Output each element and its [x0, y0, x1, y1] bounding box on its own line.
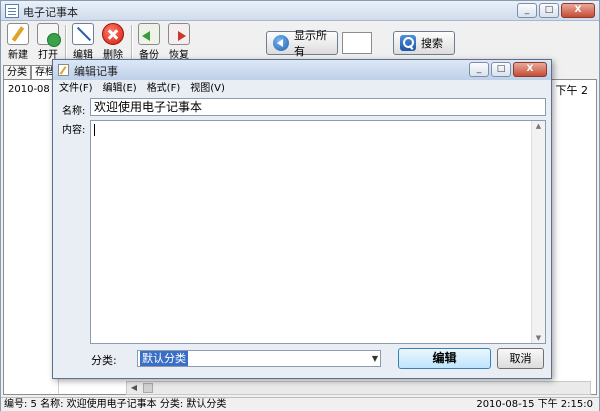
backup-arrow-icon [138, 23, 160, 45]
backup-button[interactable]: 备份 [134, 23, 164, 61]
cancel-button[interactable]: 取消 [497, 348, 544, 369]
menu-file[interactable]: 文件(F) [59, 81, 93, 96]
delete-icon [102, 23, 124, 45]
new-button[interactable]: 新建 [3, 23, 33, 61]
list-tabs: 分类 存档 [3, 65, 59, 79]
category-select[interactable]: 默认分类 ▼ [137, 350, 381, 367]
new-note-icon [7, 23, 29, 45]
status-timestamp: 2010-08-15 下午 2:15:0 [476, 399, 593, 410]
chevron-down-icon[interactable]: ▼ [372, 351, 378, 366]
dialog-maximize-button[interactable]: □ [491, 62, 511, 77]
search-icon [400, 35, 416, 51]
menu-edit[interactable]: 编辑(E) [103, 81, 137, 96]
show-all-button[interactable]: 显示所有 [266, 29, 338, 58]
name-label: 名称: [62, 106, 86, 117]
name-field[interactable]: 欢迎使用电子记事本 [90, 98, 546, 116]
minimize-button[interactable]: _ [517, 3, 537, 18]
status-note-info: 编号: 5 名称: 欢迎使用电子记事本 分类: 默认分类 [4, 399, 227, 410]
search-button-label: 搜索 [421, 37, 443, 50]
open-file-icon [37, 23, 61, 47]
status-bar: 编号: 5 名称: 欢迎使用电子记事本 分类: 默认分类 2010-08-15 … [1, 397, 599, 411]
edit-submit-button[interactable]: 编辑 [398, 348, 491, 369]
toolbar-separator [131, 25, 132, 59]
list-item-date: 2010-08 [8, 84, 50, 95]
menu-view[interactable]: 视图(V) [190, 81, 225, 96]
edit-pencil-icon [72, 23, 94, 45]
category-label: 分类: [91, 354, 117, 367]
category-selected-value: 默认分类 [140, 351, 188, 366]
content-label: 内容: [62, 125, 86, 136]
vertical-scrollbar[interactable]: ▲ ▼ [531, 121, 545, 343]
dialog-menu-bar: 文件(F) 编辑(E) 格式(F) 视图(V) [59, 81, 225, 96]
scroll-left-icon[interactable]: ◀ [127, 382, 141, 394]
edit-note-icon [58, 64, 69, 76]
main-title-bar[interactable]: 电子记事本 _ □ X [1, 1, 599, 21]
dialog-close-button[interactable]: X [513, 62, 547, 77]
text-caret [94, 124, 95, 136]
dialog-minimize-button[interactable]: _ [469, 62, 489, 77]
dialog-title-bar[interactable]: 编辑记事 _ □ X [53, 60, 551, 80]
restore-button[interactable]: 恢复 [164, 23, 194, 61]
notebook-app-icon [5, 4, 19, 18]
search-button[interactable]: 搜索 [393, 31, 455, 55]
toolbar: 新建 打开 编辑 删除 备份 恢复 显示所有 搜索 [1, 22, 599, 62]
delete-button[interactable]: 删除 [98, 23, 128, 61]
menu-format[interactable]: 格式(F) [147, 81, 181, 96]
dialog-title: 编辑记事 [74, 65, 118, 78]
tab-category[interactable]: 分类 [3, 65, 31, 79]
content-textarea[interactable]: ▲ ▼ [90, 120, 546, 344]
scroll-up-icon[interactable]: ▲ [532, 122, 545, 130]
edit-note-dialog: 编辑记事 _ □ X 文件(F) 编辑(E) 格式(F) 视图(V) 名称: 欢… [52, 59, 552, 379]
new-button-label: 新建 [8, 50, 28, 61]
search-input[interactable] [342, 32, 372, 54]
horizontal-scrollbar[interactable]: ◀ [126, 381, 591, 395]
scroll-down-icon[interactable]: ▼ [532, 334, 545, 342]
close-button[interactable]: X [561, 3, 595, 18]
main-window-title: 电子记事本 [23, 6, 78, 19]
show-all-label: 显示所有 [294, 29, 327, 58]
scroll-thumb[interactable] [143, 383, 153, 393]
maximize-button[interactable]: □ [539, 3, 559, 18]
back-arrow-icon [273, 35, 289, 51]
edit-button[interactable]: 编辑 [68, 23, 98, 61]
toolbar-separator [65, 25, 66, 59]
restore-arrow-icon [168, 23, 190, 45]
open-button[interactable]: 打开 [33, 23, 63, 61]
